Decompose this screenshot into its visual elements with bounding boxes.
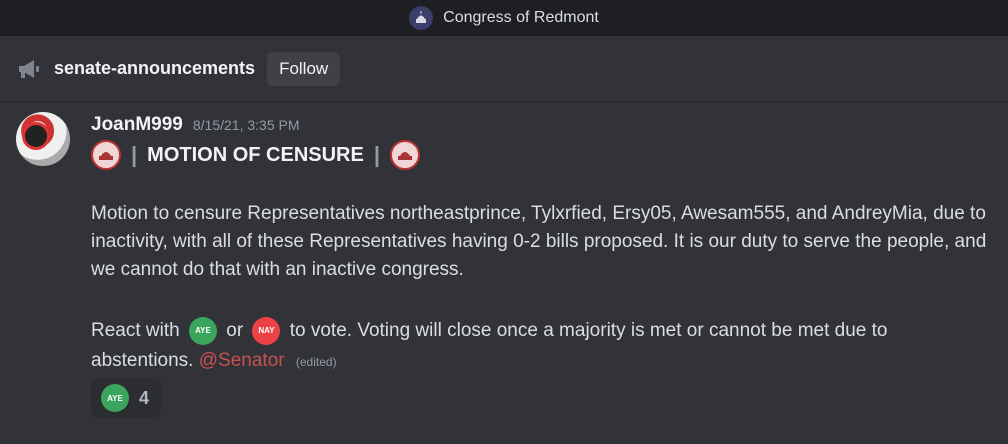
message-header: JoanM999 8/15/21, 3:35 PM xyxy=(91,114,300,136)
nay-emoji-icon: NAY xyxy=(252,316,281,345)
congress-emblem-icon xyxy=(91,140,121,170)
edited-marker: (edited) xyxy=(295,355,337,369)
motion-title-line: | MOTION OF CENSURE | xyxy=(91,140,420,170)
aye-emoji-icon: AYE xyxy=(101,384,129,412)
vote-instructions: React with AYE or NAY to vote. Voting wi… xyxy=(91,316,991,377)
congress-emblem-icon xyxy=(389,140,420,170)
aye-emoji-icon: AYE xyxy=(188,316,217,345)
title-separator: | xyxy=(373,142,380,167)
message-timestamp: 8/15/21, 3:35 PM xyxy=(192,117,300,133)
follow-button[interactable]: Follow xyxy=(267,51,341,86)
server-name: Congress of Redmont xyxy=(443,9,599,26)
message-paragraph: Motion to censure Representatives northe… xyxy=(91,203,987,280)
channel-name: senate-announcements xyxy=(54,58,256,78)
announcement-channel-icon xyxy=(16,56,42,82)
vote-prefix: React with xyxy=(91,320,180,341)
capitol-icon xyxy=(409,6,434,30)
message: JoanM999 8/15/21, 3:35 PM | MOTION OF CE… xyxy=(0,102,1008,444)
channel-header: senate-announcements Follow xyxy=(0,36,1008,102)
title-separator: | xyxy=(131,142,138,167)
motion-title: MOTION OF CENSURE xyxy=(147,143,364,166)
senator-mention[interactable]: @Senator xyxy=(199,350,285,371)
aye-reaction[interactable]: AYE 4 xyxy=(91,378,161,418)
window-titlebar: Congress of Redmont xyxy=(0,0,1008,36)
username[interactable]: JoanM999 xyxy=(91,114,183,136)
reaction-count: 4 xyxy=(139,387,150,408)
avatar[interactable] xyxy=(16,112,70,166)
vote-or: or xyxy=(226,320,244,341)
